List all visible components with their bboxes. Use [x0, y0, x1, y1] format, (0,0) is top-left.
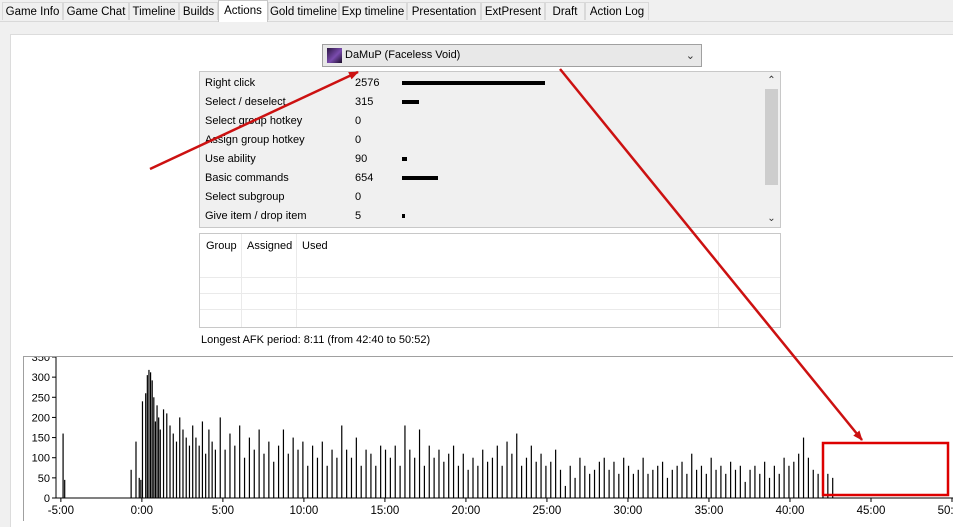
- annotation-afk-highlight-box: [821, 441, 950, 497]
- annotation-arrow-to-player: [149, 70, 359, 171]
- tab-actions[interactable]: Actions: [218, 0, 268, 22]
- annotation-overlay: [149, 68, 950, 497]
- annotation-arrow-to-afk-period: [559, 68, 863, 441]
